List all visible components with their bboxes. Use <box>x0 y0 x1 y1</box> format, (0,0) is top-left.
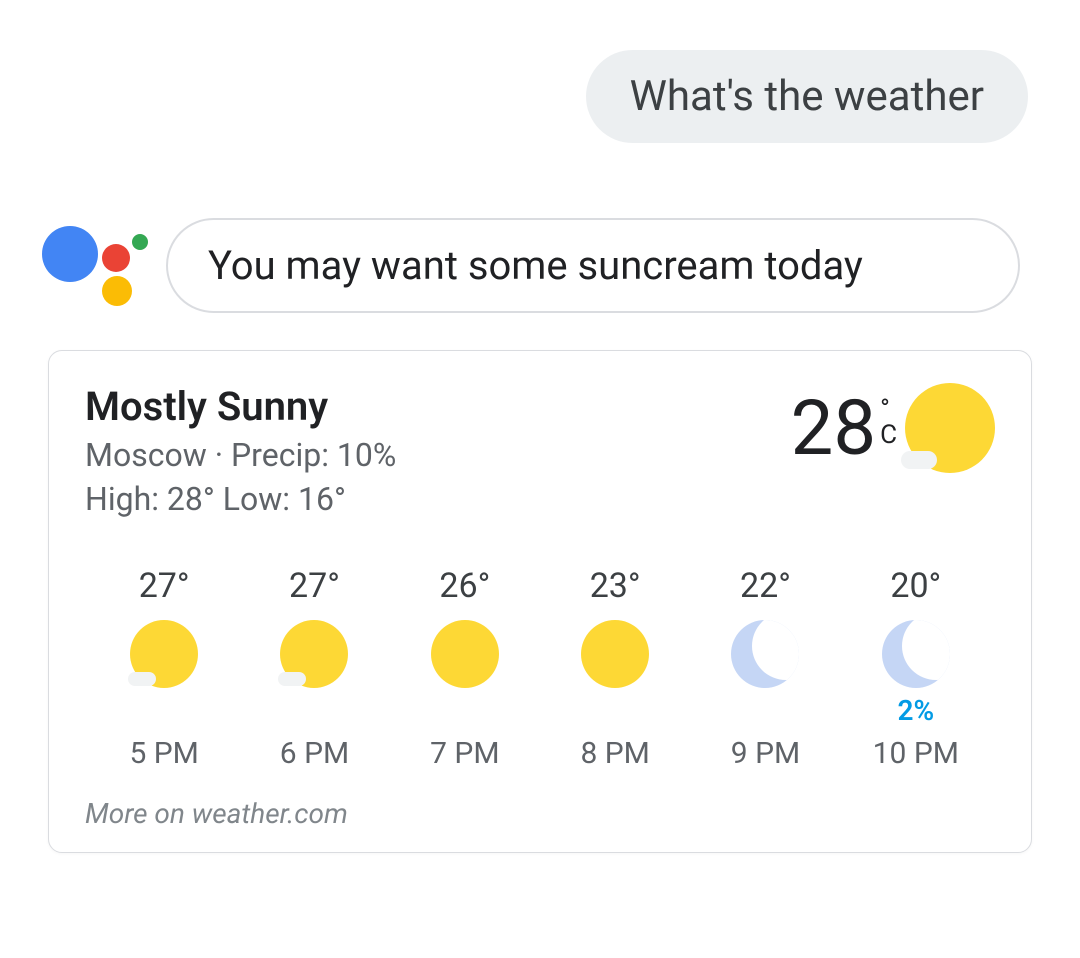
forecast-precip <box>390 694 540 728</box>
assistant-dot-yellow-icon <box>102 276 132 306</box>
forecast-hour-label: 9 PM <box>690 736 840 771</box>
user-message-bubble: What's the weather <box>586 50 1028 143</box>
forecast-hour-label: 5 PM <box>89 736 239 771</box>
weather-location-line: Moscow · Precip: 10% <box>85 436 396 474</box>
forecast-hour-label: 6 PM <box>239 736 389 771</box>
weather-precip: Precip: 10% <box>231 436 396 474</box>
assistant-dot-red-icon <box>102 244 130 272</box>
sun-cloud-icon <box>280 620 348 688</box>
forecast-hour[interactable]: 27° 5 PM <box>89 566 239 771</box>
moon-icon <box>882 620 950 688</box>
forecast-temp: 26° <box>390 566 540 606</box>
forecast-precip: 2% <box>841 694 991 728</box>
forecast-precip <box>690 694 840 728</box>
sun-icon <box>581 620 649 688</box>
assistant-logo-icon <box>40 210 150 320</box>
forecast-precip <box>239 694 389 728</box>
weather-summary: Mostly Sunny <box>85 383 396 430</box>
weather-current-block: 28 ° C <box>791 383 995 473</box>
moon-icon <box>731 620 799 688</box>
weather-high-low: High: 28° Low: 16° <box>85 480 396 518</box>
forecast-hour[interactable]: 23° 8 PM <box>540 566 690 771</box>
moon-icon <box>882 620 950 688</box>
assistant-message-bubble: You may want some suncream today <box>166 218 1020 313</box>
current-temp-value: 28 <box>791 390 876 466</box>
forecast-hour-label: 10 PM <box>841 736 991 771</box>
forecast-temp: 20° <box>841 566 991 606</box>
forecast-hour-label: 8 PM <box>540 736 690 771</box>
cloud-icon <box>128 672 150 686</box>
hourly-forecast: 27° 5 PM 27° 6 PM 26° 7 PM 23° 8 PM 22° 9 PM 20° 2%… <box>85 566 995 771</box>
degree-symbol: ° <box>880 396 897 422</box>
separator: · <box>207 436 231 474</box>
assistant-row: You may want some suncream today <box>40 210 1020 320</box>
forecast-hour[interactable]: 26° 7 PM <box>390 566 540 771</box>
more-weather-link[interactable]: More on weather.com <box>85 797 995 830</box>
sun-cloud-icon <box>130 620 198 688</box>
assistant-dot-blue-icon <box>42 226 98 282</box>
cloud-icon <box>901 451 929 469</box>
scale-symbol: C <box>880 422 897 448</box>
forecast-hour[interactable]: 20° 2% 10 PM <box>841 566 991 771</box>
sun-icon <box>431 620 499 688</box>
forecast-hour-label: 7 PM <box>390 736 540 771</box>
current-temp: 28 ° C <box>791 390 897 466</box>
forecast-temp: 22° <box>690 566 840 606</box>
weather-summary-block: Mostly Sunny Moscow · Precip: 10% High: … <box>85 383 396 518</box>
cloud-icon <box>278 672 300 686</box>
forecast-precip <box>540 694 690 728</box>
forecast-temp: 27° <box>239 566 389 606</box>
forecast-temp: 23° <box>540 566 690 606</box>
weather-card-header: Mostly Sunny Moscow · Precip: 10% High: … <box>85 383 995 518</box>
current-weather-icon <box>905 383 995 473</box>
forecast-hour[interactable]: 22° 9 PM <box>690 566 840 771</box>
forecast-temp: 27° <box>89 566 239 606</box>
moon-icon <box>731 620 799 688</box>
sun-icon <box>581 620 649 688</box>
weather-location: Moscow <box>85 436 207 474</box>
temp-unit: ° C <box>880 396 897 448</box>
assistant-dot-green-icon <box>132 234 148 250</box>
sun-icon <box>431 620 499 688</box>
weather-card[interactable]: Mostly Sunny Moscow · Precip: 10% High: … <box>48 350 1032 853</box>
forecast-hour[interactable]: 27° 6 PM <box>239 566 389 771</box>
forecast-precip <box>89 694 239 728</box>
